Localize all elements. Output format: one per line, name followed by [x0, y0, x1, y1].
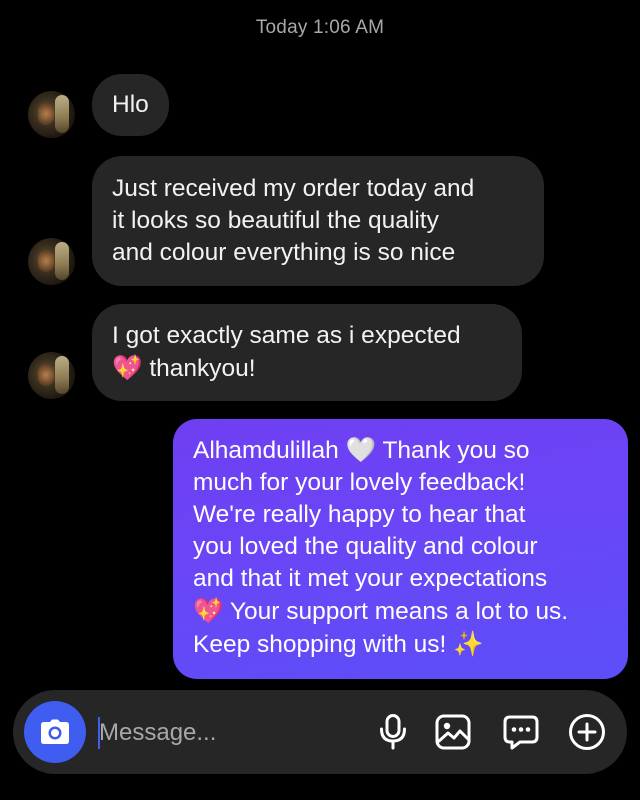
sender-avatar[interactable]: [28, 352, 75, 399]
voice-message-button[interactable]: [371, 710, 415, 754]
message-input[interactable]: [99, 714, 349, 752]
sticker-button[interactable]: [499, 710, 543, 754]
white-heart-emoji: 🤍: [345, 435, 377, 464]
message-text: Hlo: [112, 91, 149, 118]
outgoing-message-bubble[interactable]: Alhamdulillah 🤍 Thank you so much for yo…: [173, 419, 628, 679]
camera-button[interactable]: [24, 701, 86, 763]
plus-icon: [569, 714, 605, 750]
message-text-line: Alhamdulillah 🤍 Thank you so: [193, 434, 608, 467]
message-timestamp: Today 1:06 AM: [255, 17, 385, 38]
incoming-message-bubble[interactable]: I got exactly same as i expected 💖 thank…: [92, 304, 522, 401]
sticker-icon: [503, 715, 539, 750]
message-text: you loved the quality and colour: [193, 533, 538, 560]
message-text: much for your lovely feedback!: [193, 469, 526, 496]
message-text: Alhamdulillah: [193, 437, 339, 464]
message-text: and colour everything is so nice: [112, 239, 456, 266]
sender-avatar[interactable]: [28, 91, 75, 138]
incoming-message-bubble[interactable]: Just received my order today and it look…: [92, 156, 544, 286]
gallery-icon: [435, 714, 471, 750]
sparkling-heart-emoji: 💖: [193, 596, 224, 625]
message-text: it looks so beautiful the quality: [112, 207, 439, 234]
message-text: and that it met your expectations: [193, 565, 548, 592]
sparkling-heart-emoji: 💖: [112, 353, 143, 382]
message-text: Keep shopping with us!: [193, 631, 447, 658]
sender-avatar[interactable]: [28, 238, 75, 285]
message-text: Thank you so: [382, 437, 530, 464]
message-text: Just received my order today and: [112, 175, 475, 202]
more-options-button[interactable]: [565, 710, 609, 754]
message-text: thankyou!: [149, 355, 256, 382]
chat-screen: Today 1:06 AM Hlo Just received my order…: [0, 0, 640, 800]
message-text-line: Keep shopping with us! ✨: [193, 628, 608, 661]
message-text: We're really happy to hear that: [193, 501, 526, 528]
incoming-message-bubble[interactable]: Hlo: [92, 74, 169, 136]
microphone-icon: [380, 714, 406, 750]
message-text: I got exactly same as i expected: [112, 322, 461, 349]
message-composer: [13, 690, 627, 774]
camera-icon: [41, 719, 69, 744]
sparkles-emoji: ✨: [453, 629, 484, 658]
gallery-button[interactable]: [431, 710, 475, 754]
message-text-line: 💖 thankyou!: [112, 352, 502, 385]
message-text: Your support means a lot to us.: [229, 598, 569, 625]
message-text-line: 💖 Your support means a lot to us.: [193, 595, 608, 628]
